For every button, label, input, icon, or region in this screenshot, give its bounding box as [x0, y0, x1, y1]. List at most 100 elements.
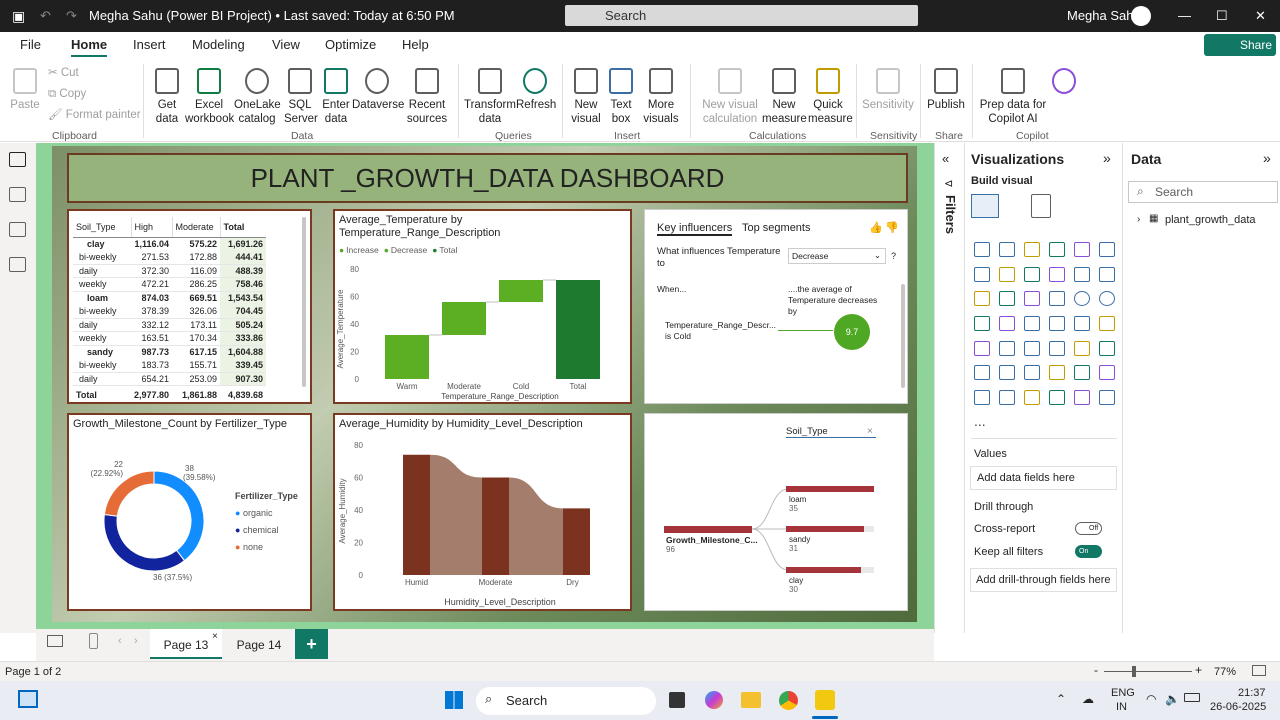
new-visual-button[interactable]: New visual	[568, 68, 604, 126]
filters-pane[interactable]: « ⊲ Filters	[934, 143, 964, 633]
decomp-close-icon[interactable]: ×	[867, 426, 873, 437]
visual-type-icon[interactable]	[1099, 341, 1115, 356]
matrix-row[interactable]: bi-weekly 183.73 155.71 339.45	[73, 358, 267, 373]
matrix-row[interactable]: weekly 163.51 170.34 333.86	[73, 331, 267, 346]
matrix-row[interactable]: daily 372.30 116.09 488.39	[73, 264, 267, 278]
mobile-layout-icon[interactable]	[89, 633, 98, 649]
matrix-row[interactable]: clay 1,116.04 575.22 1,691.26	[73, 237, 267, 251]
matrix-row[interactable]: daily 332.12 173.11 505.24	[73, 318, 267, 332]
tab-insert[interactable]: Insert	[133, 37, 166, 52]
zoom-in-icon[interactable]: +	[1195, 663, 1202, 677]
waterfall-bar[interactable]	[556, 280, 600, 379]
table-view-icon[interactable]	[9, 187, 26, 202]
clock-date[interactable]: 26-06-2025	[1210, 701, 1266, 713]
matrix-scrollbar[interactable]	[302, 217, 306, 387]
tab-top-segments[interactable]: Top segments	[742, 222, 810, 234]
waterfall-bar[interactable]	[499, 280, 543, 302]
copy-button[interactable]: ⧉ Copy	[48, 87, 86, 101]
thumbs-down-icon[interactable]: 👎	[885, 221, 899, 234]
visual-type-icon[interactable]	[999, 267, 1015, 282]
close-icon[interactable]: ✕	[1255, 8, 1266, 24]
new-measure-button[interactable]: New measure	[762, 68, 807, 126]
keep-filters-toggle[interactable]: On	[1075, 545, 1102, 558]
help-icon[interactable]: ?	[891, 251, 896, 261]
next-page-icon[interactable]: ›	[134, 635, 138, 647]
visual-type-icon[interactable]	[1024, 390, 1040, 405]
humidity-chart-visual[interactable]: Average_Humidity by Humidity_Level_Descr…	[333, 413, 632, 611]
humidity-bar[interactable]	[403, 454, 430, 575]
influence-dropdown[interactable]: Decrease ⌄	[788, 248, 886, 264]
more-visual-types-icon[interactable]: ...	[974, 413, 986, 429]
matrix-row[interactable]: loam 874.03 669.51 1,543.54	[73, 291, 267, 305]
humidity-bar[interactable]	[482, 477, 509, 576]
visual-type-icon[interactable]	[1024, 365, 1040, 380]
build-visual-tab[interactable]	[971, 194, 999, 218]
quick-measure-button[interactable]: Quick measure	[808, 68, 853, 126]
page-tab-14[interactable]: Page 14	[224, 629, 294, 659]
excel-workbook-button[interactable]: Excel workbook	[185, 68, 234, 126]
filters-label[interactable]: Filters	[943, 195, 958, 234]
visual-type-icon[interactable]	[1099, 267, 1115, 282]
visual-type-icon[interactable]	[1049, 242, 1065, 257]
thumbs-up-icon[interactable]: 👍	[869, 221, 883, 234]
visual-type-icon[interactable]	[1024, 267, 1040, 282]
window-title[interactable]: Megha Sahu (Power BI Project) • Last sav…	[89, 8, 455, 23]
visual-type-icon[interactable]	[974, 341, 990, 356]
visual-type-icon[interactable]	[1099, 242, 1115, 257]
minimize-icon[interactable]: —	[1178, 8, 1191, 23]
sql-server-button[interactable]: SQL Server	[284, 68, 318, 126]
tab-home[interactable]: Home	[71, 37, 108, 57]
file-explorer-icon[interactable]	[741, 692, 761, 708]
visual-type-icon[interactable]	[999, 316, 1015, 331]
weather-icon[interactable]: ☁	[1082, 692, 1094, 706]
data-table-item[interactable]: plant_growth_data	[1165, 214, 1256, 226]
donut-legend-item[interactable]: ● organic	[235, 505, 278, 522]
visual-type-icon[interactable]	[1074, 242, 1090, 257]
influencer-factor[interactable]: Temperature_Range_Descr... is Cold	[665, 320, 776, 342]
format-painter-button[interactable]: 🖌 Format painter	[48, 108, 141, 122]
start-icon[interactable]	[445, 691, 463, 709]
zoom-out-icon[interactable]: -	[1094, 663, 1098, 677]
drill-through-well[interactable]: Add drill-through fields here	[970, 568, 1117, 592]
visual-type-icon[interactable]	[1099, 316, 1115, 331]
visual-type-icon[interactable]	[1049, 341, 1065, 356]
visual-type-icon[interactable]	[1074, 341, 1090, 356]
fertilizer-donut-visual[interactable]: Growth_Milestone_Count by Fertilizer_Typ…	[67, 413, 312, 611]
avatar[interactable]	[1131, 6, 1151, 26]
tab-key-influencers[interactable]: Key influencers	[657, 222, 733, 236]
matrix-row[interactable]: daily 654.21 253.09 907.30	[73, 372, 267, 386]
visual-type-icon[interactable]	[999, 242, 1015, 257]
visual-type-icon[interactable]	[1024, 341, 1040, 356]
donut-legend-item[interactable]: ● none	[235, 539, 278, 556]
visual-type-icon[interactable]	[1099, 390, 1115, 405]
visual-type-icon[interactable]	[974, 242, 990, 257]
waterfall-bar[interactable]	[442, 302, 486, 335]
visual-type-icon[interactable]	[1074, 267, 1090, 282]
matrix-header-cell[interactable]: Total	[219, 217, 267, 238]
new-visual-calculation-button[interactable]: New visual calculation	[700, 68, 760, 126]
recent-sources-button[interactable]: Recent sources	[402, 68, 452, 126]
matrix-row[interactable]: bi-weekly 378.39 326.06 704.45	[73, 304, 267, 319]
visual-type-icon[interactable]	[1099, 291, 1115, 306]
visual-type-icon[interactable]	[974, 390, 990, 405]
decomp-bar[interactable]	[786, 526, 864, 532]
visual-type-icon[interactable]	[1049, 291, 1065, 306]
visual-type-icon[interactable]	[974, 291, 990, 306]
cut-button[interactable]: ✂ Cut	[48, 66, 79, 80]
taskbar-search[interactable]: ⌕ Search	[476, 687, 656, 715]
enter-data-button[interactable]: Enter data	[320, 68, 352, 126]
visual-type-icon[interactable]	[1074, 291, 1090, 306]
language-secondary[interactable]: IN	[1116, 701, 1127, 713]
visual-type-icon[interactable]	[999, 365, 1015, 380]
key-influencers-visual[interactable]: Key influencers Top segments 👍 👎 What in…	[644, 209, 908, 404]
decomp-root-bar[interactable]	[664, 526, 752, 533]
waterfall-bar[interactable]	[385, 335, 429, 379]
donut-slice[interactable]	[103, 513, 186, 572]
decomp-bar[interactable]	[786, 486, 874, 492]
visual-type-icon[interactable]	[1049, 365, 1065, 380]
visual-type-icon[interactable]	[1024, 291, 1040, 306]
influencer-scrollbar[interactable]	[901, 284, 905, 388]
zoom-slider[interactable]	[1104, 671, 1192, 672]
visual-type-icon[interactable]	[1049, 267, 1065, 282]
tab-file[interactable]: File	[20, 37, 41, 52]
